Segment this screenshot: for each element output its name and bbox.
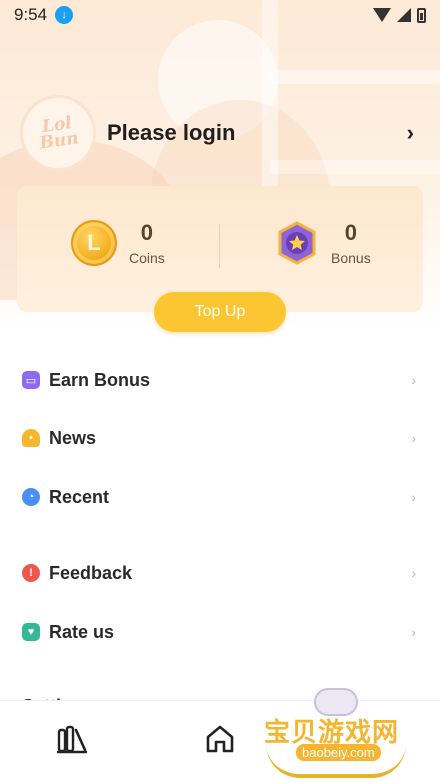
menu-item-recent[interactable]: ◔ Recent › bbox=[0, 475, 440, 519]
alert-icon: ! bbox=[22, 564, 40, 582]
login-row[interactable]: Lol Bun Please login › bbox=[15, 90, 420, 176]
menu-item-label: Rate us bbox=[49, 621, 115, 642]
avatar-logo: Lol Bun bbox=[38, 113, 80, 154]
chevron-right-icon: › bbox=[411, 565, 416, 581]
chevron-right-icon: › bbox=[411, 430, 416, 446]
avatar[interactable]: Lol Bun bbox=[15, 90, 101, 176]
home-icon[interactable] bbox=[204, 723, 236, 755]
menu-item-label: Feedback bbox=[49, 562, 133, 583]
menu-item-earn-bonus[interactable]: ▭ Earn Bonus › bbox=[0, 358, 440, 402]
library-icon[interactable] bbox=[56, 723, 88, 755]
wallet-divider bbox=[219, 224, 220, 268]
menu-item-label: News bbox=[49, 427, 97, 448]
clock-icon: ◔ bbox=[22, 488, 40, 506]
bonus-value: 0 bbox=[344, 220, 357, 245]
menu-item-label: Recent bbox=[49, 486, 110, 507]
star-badge-icon bbox=[275, 221, 319, 265]
menu-item-label: Earn Bonus bbox=[49, 369, 151, 390]
menu-item-feedback[interactable]: ! Feedback › bbox=[0, 551, 440, 595]
bell-icon: • bbox=[22, 429, 40, 447]
coins-value: 0 bbox=[140, 220, 154, 245]
heart-icon: ♥ bbox=[22, 623, 40, 641]
bonus-label: Bonus bbox=[331, 250, 371, 266]
coin-icon: L bbox=[71, 220, 117, 266]
treasure-chest-icon: ▭ bbox=[22, 371, 40, 389]
menu-item-news[interactable]: • News › bbox=[0, 416, 440, 460]
chevron-right-icon: › bbox=[411, 624, 416, 640]
login-prompt[interactable]: Please login bbox=[107, 120, 235, 146]
status-icons bbox=[373, 7, 426, 23]
menu-item-rate-us[interactable]: ♥ Rate us › bbox=[0, 610, 440, 654]
watermark: 宝贝游戏网 baobeiy.com bbox=[262, 688, 440, 782]
bonus-balance[interactable]: 0 Bonus bbox=[275, 220, 371, 266]
coins-balance[interactable]: L 0 Coins bbox=[71, 220, 165, 266]
coins-label: Coins bbox=[129, 250, 165, 266]
status-time: 9:54 bbox=[14, 5, 48, 24]
watermark-url: baobeiy.com bbox=[296, 744, 381, 761]
wifi-icon bbox=[373, 8, 391, 22]
chevron-right-icon: › bbox=[411, 372, 416, 388]
background-window-frame bbox=[270, 70, 440, 84]
top-up-button[interactable]: Top Up bbox=[154, 292, 286, 332]
download-icon: ↓ bbox=[55, 6, 74, 24]
chevron-right-icon: › bbox=[411, 489, 416, 505]
signal-icon bbox=[397, 8, 411, 22]
battery-icon bbox=[417, 7, 426, 23]
status-bar: 9:54 ↓ bbox=[0, 0, 440, 30]
chevron-right-icon[interactable]: › bbox=[407, 120, 414, 146]
